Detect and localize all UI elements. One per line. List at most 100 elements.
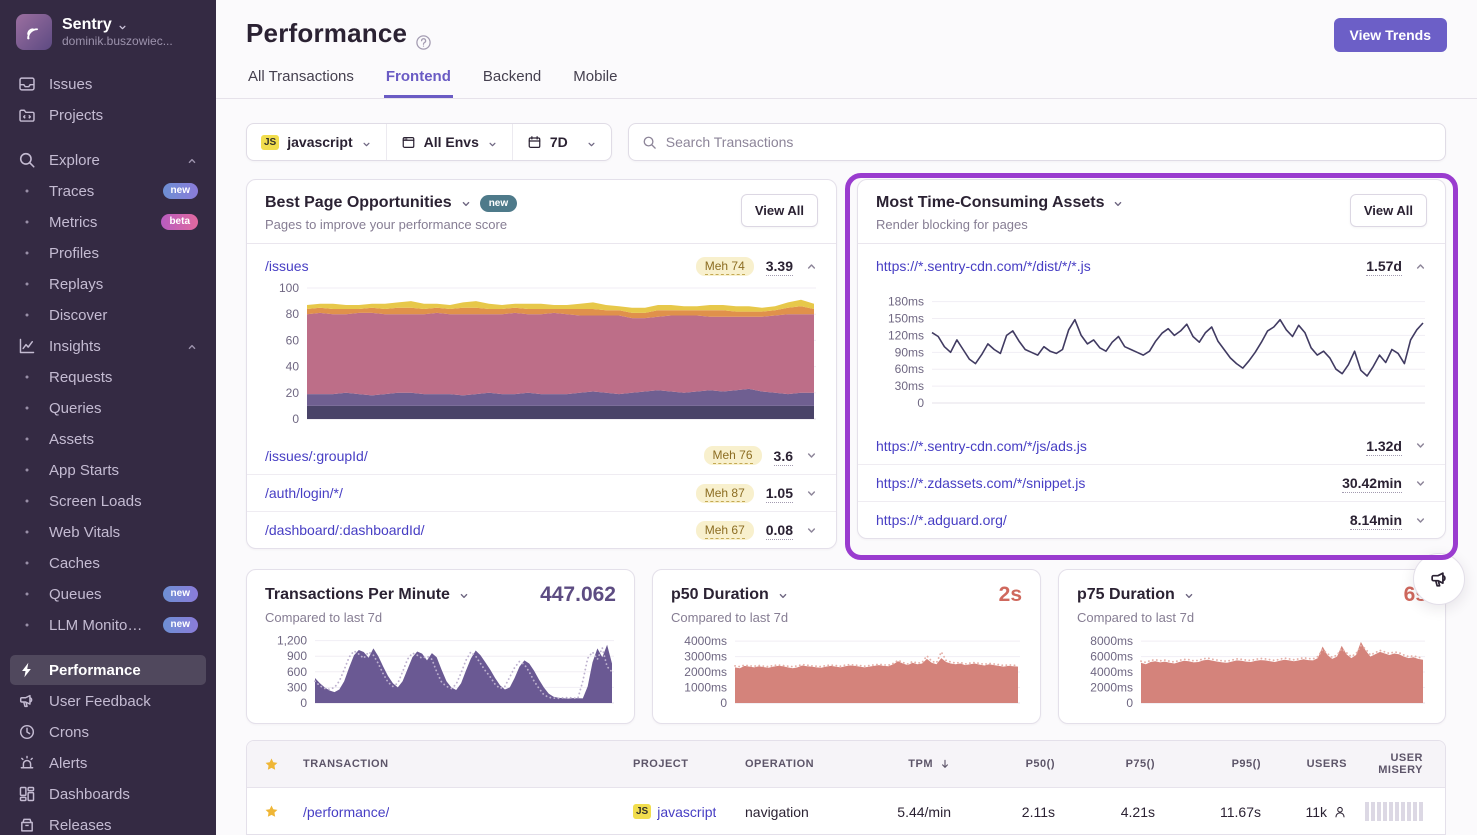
column-header-p95[interactable]: P95() [1163,758,1269,770]
sidebar-item-dashboards[interactable]: Dashboards [10,779,206,809]
sidebar-item-replays[interactable]: Replays [10,269,206,299]
asset-duration-value[interactable]: 1.32d [1366,438,1402,454]
chevron-down-icon[interactable] [1183,589,1195,601]
transaction-link[interactable]: /auth/login/*/ [265,485,343,501]
sidebar-item-user-feedback[interactable]: User Feedback [10,686,206,716]
transaction-link[interactable]: /issues [265,258,309,274]
date-range-filter[interactable]: 7D [513,124,611,160]
asset-duration-value[interactable]: 1.57d [1366,258,1402,274]
mini-panel-title[interactable]: p75 Duration [1077,586,1175,604]
asset-link[interactable]: https://*.zdassets.com/*/snippet.js [876,475,1085,491]
chevron-down-icon[interactable] [1112,197,1124,209]
column-header-transaction[interactable]: Transaction [295,758,625,770]
asset-link[interactable]: https://*.adguard.org/ [876,512,1007,528]
opportunity-value[interactable]: 3.39 [766,258,793,274]
sidebar-item-metrics[interactable]: Metrics beta [10,207,206,237]
score-badge[interactable]: Meh 74 [696,257,754,276]
column-header-p50[interactable]: P50() [959,758,1063,770]
asset-duration-value[interactable]: 30.42min [1342,475,1402,491]
transaction-link[interactable]: /performance/ [303,804,389,820]
sidebar-item-assets[interactable]: Assets [10,424,206,454]
sidebar-item-label: LLM Monito… [49,617,150,634]
help-icon[interactable] [415,27,432,44]
column-header-tpm[interactable]: TPM [865,758,959,770]
column-header-project[interactable]: Project [625,758,737,770]
environment-filter[interactable]: All Envs [387,124,513,160]
project-link[interactable]: javascript [657,804,716,820]
status-badge: new [163,617,198,633]
chevron-down-icon[interactable] [458,589,470,601]
view-trends-button[interactable]: View Trends [1334,18,1447,52]
sidebar-item-llm-monito[interactable]: LLM Monito… new [10,610,206,640]
opportunity-value[interactable]: 0.08 [766,522,793,538]
favorite-column-header[interactable] [247,757,295,772]
tpm-chart: 1,2009006003000 [265,633,616,713]
sidebar-item-projects[interactable]: Projects [10,100,206,130]
org-switcher[interactable]: Sentry dominik.buszowiec... [0,0,216,62]
chevron-up-icon[interactable] [1414,260,1427,273]
sidebar-item-app-starts[interactable]: App Starts [10,455,206,485]
chevron-down-icon[interactable] [1414,439,1427,452]
mini-panel-title[interactable]: p50 Duration [671,586,769,604]
column-header-operation[interactable]: Operation [737,758,865,770]
tpm-cell: 5.44/min [865,804,959,820]
sidebar-item-screen-loads[interactable]: Screen Loads [10,486,206,516]
sidebar-item-discover[interactable]: Discover [10,300,206,330]
panel-title[interactable]: Most Time-Consuming Assets [876,194,1104,212]
chevron-up-icon[interactable] [805,260,818,273]
opportunity-value[interactable]: 1.05 [766,485,793,501]
panel-title[interactable]: Best Page Opportunities [265,194,452,212]
siren-icon [18,754,36,772]
tab-frontend[interactable]: Frontend [384,68,453,98]
sidebar-item-explore[interactable]: Explore [10,145,206,175]
view-all-button[interactable]: View All [1350,194,1427,227]
transaction-link[interactable]: /issues/:groupId/ [265,448,368,464]
sidebar-item-crons[interactable]: Crons [10,717,206,747]
sidebar-item-queries[interactable]: Queries [10,393,206,423]
tab-mobile[interactable]: Mobile [571,68,619,98]
search-input[interactable] [666,134,1432,150]
chevron-down-icon[interactable] [460,197,472,209]
project-filter[interactable]: JS javascript [247,124,387,160]
tab-all-transactions[interactable]: All Transactions [246,68,356,98]
view-all-button[interactable]: View All [741,194,818,227]
chevron-down-icon[interactable] [805,524,818,537]
column-header-user-misery[interactable]: User Misery [1355,752,1445,776]
sidebar-item-web-vitals[interactable]: Web Vitals [10,517,206,547]
asset-link[interactable]: https://*.sentry-cdn.com/*/dist/*/*.js [876,258,1091,274]
column-header-p75[interactable]: P75() [1063,758,1163,770]
chevron-down-icon[interactable] [805,449,818,462]
mini-panel-subtitle: Compared to last 7d [671,610,1022,625]
sidebar-item-queues[interactable]: Queues new [10,579,206,609]
sidebar-item-performance[interactable]: Performance [10,655,206,685]
sidebar-item-insights[interactable]: Insights [10,331,206,361]
sidebar-item-requests[interactable]: Requests [10,362,206,392]
favorite-star-icon[interactable] [264,804,279,819]
sidebar-item-caches[interactable]: Caches [10,548,206,578]
svg-text:30ms: 30ms [895,379,924,393]
sidebar-item-label: Replays [49,276,198,293]
score-badge[interactable]: Meh 76 [704,446,762,465]
asset-duration-value[interactable]: 8.14min [1350,512,1402,528]
chevron-down-icon[interactable] [805,487,818,500]
tab-backend[interactable]: Backend [481,68,543,98]
sidebar-item-releases[interactable]: Releases [10,810,206,835]
sidebar-item-traces[interactable]: Traces new [10,176,206,206]
svg-text:150ms: 150ms [888,312,924,326]
chevron-down-icon[interactable] [1414,514,1427,527]
sidebar-item-profiles[interactable]: Profiles [10,238,206,268]
asset-link[interactable]: https://*.sentry-cdn.com/*/js/ads.js [876,438,1087,454]
svg-text:1,200: 1,200 [277,634,307,648]
chevron-down-icon[interactable] [777,589,789,601]
feedback-fab-button[interactable] [1413,553,1465,605]
column-header-users[interactable]: Users [1269,758,1355,770]
opportunity-value[interactable]: 3.6 [774,448,793,464]
svg-text:0: 0 [292,412,299,426]
mini-panel-title[interactable]: Transactions Per Minute [265,586,450,604]
sidebar-item-issues[interactable]: Issues [10,69,206,99]
score-badge[interactable]: Meh 67 [696,521,754,540]
score-badge[interactable]: Meh 87 [696,484,754,503]
chevron-down-icon[interactable] [1414,477,1427,490]
sidebar-item-alerts[interactable]: Alerts [10,748,206,778]
transaction-link[interactable]: /dashboard/:dashboardId/ [265,522,425,538]
